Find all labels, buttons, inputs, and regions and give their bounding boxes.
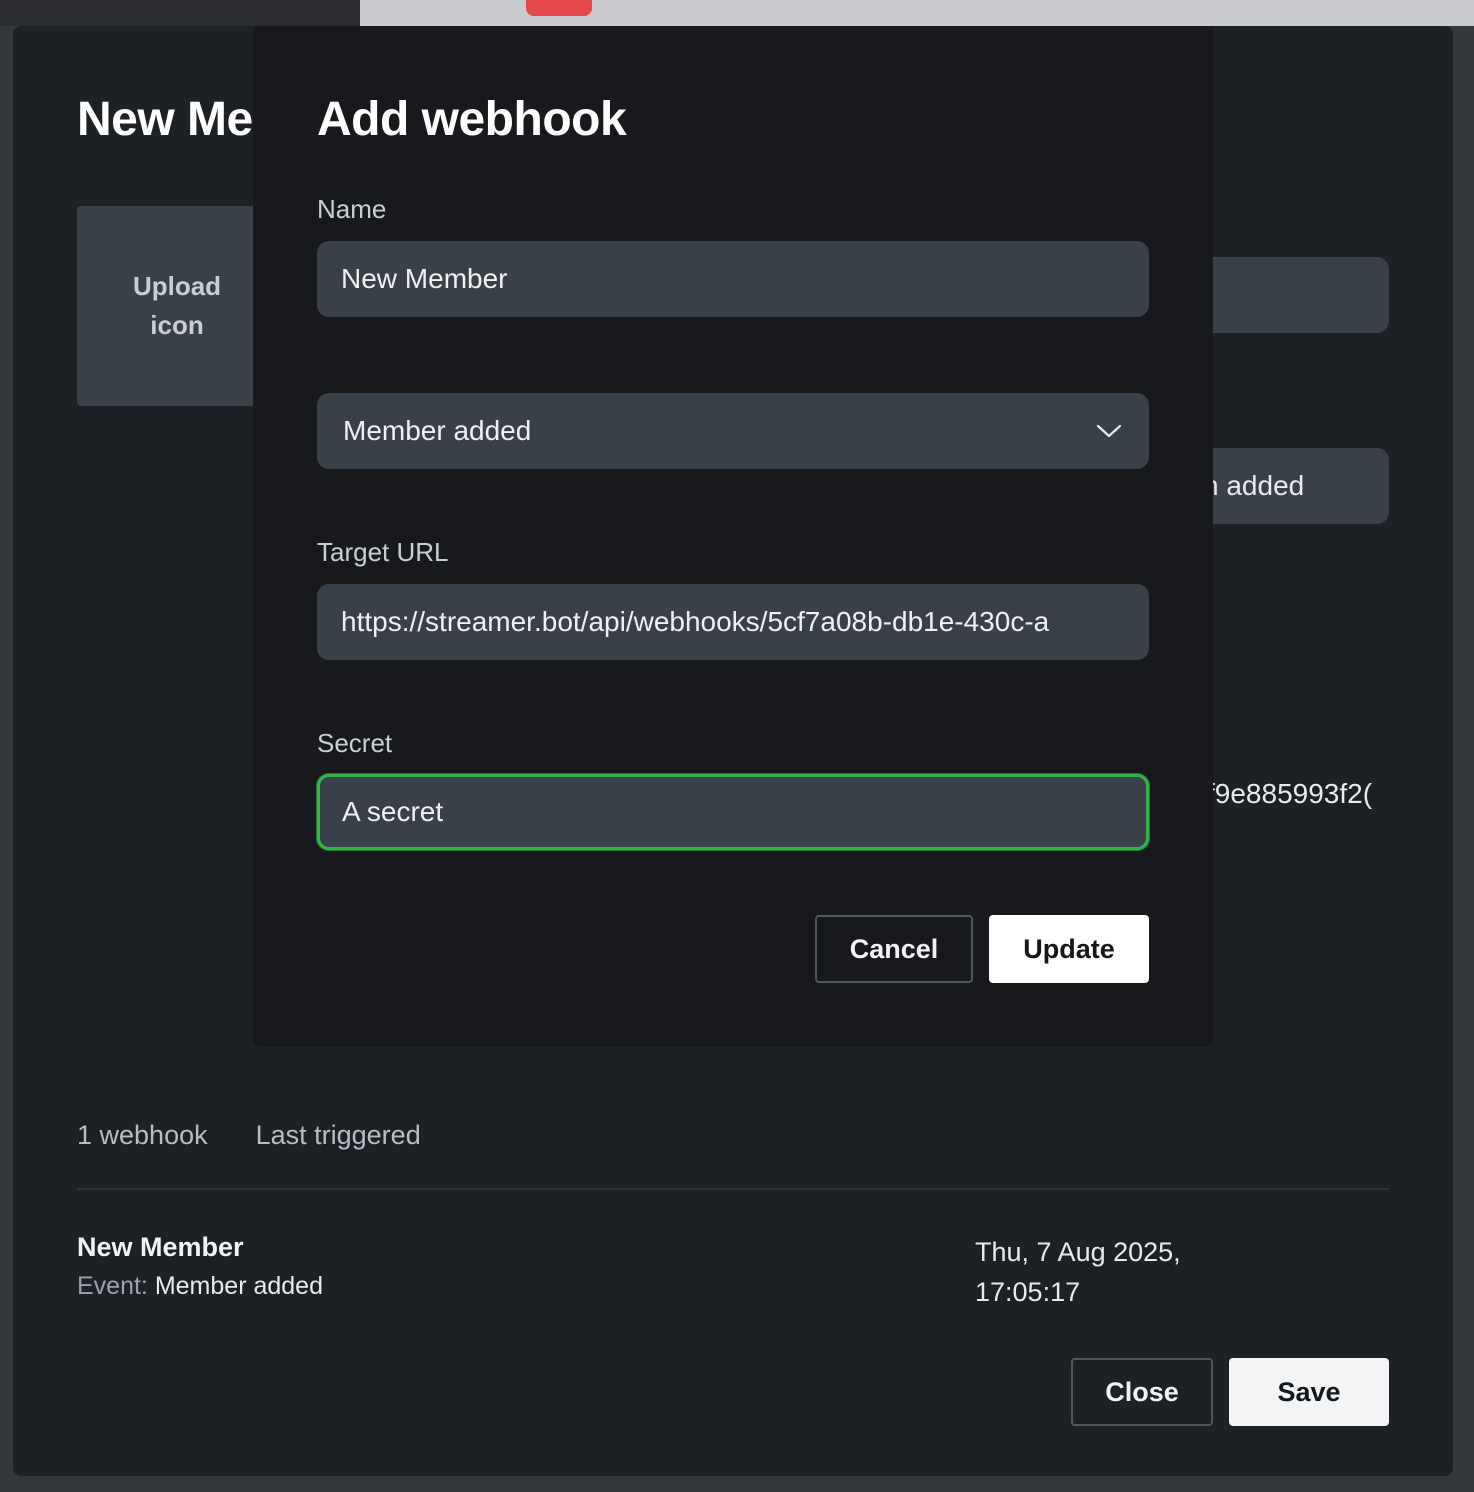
webhook-row-event: Event: Member added [77,1272,323,1301]
target-url-input[interactable] [317,584,1149,660]
cancel-button[interactable]: Cancel [815,915,973,983]
divider [77,1188,1389,1190]
secret-partial-text: f9e885993f2( [1207,778,1373,809]
webhook-last-triggered: Thu, 7 Aug 2025, 17:05:17 [975,1237,1181,1307]
webhook-row-name[interactable]: New Member [77,1232,244,1263]
upload-icon-label: Upload icon [132,271,222,340]
secret-input[interactable] [317,774,1149,850]
event-field-partial-text: n added [1203,470,1305,501]
tab-webhook-count[interactable]: 1 webhook [77,1120,208,1151]
update-button[interactable]: Update [989,915,1149,983]
add-webhook-modal: Add webhook Name Member added Target URL… [253,26,1213,1047]
background-red-tab [526,0,592,16]
chevron-down-icon [1095,417,1123,445]
secret-label: Secret [317,728,393,758]
name-input[interactable] [317,241,1149,317]
modal-title: New Me [77,93,253,146]
background-bar-left [0,0,360,26]
add-webhook-title: Add webhook [317,93,627,146]
name-label: Name [317,194,387,224]
target-url-label: Target URL [317,537,449,567]
close-button[interactable]: Close [1071,1358,1213,1426]
tab-last-triggered[interactable]: Last triggered [256,1120,421,1151]
event-select-value: Member added [343,415,532,446]
event-label: Event: [77,1272,148,1300]
upload-icon-button[interactable]: Upload icon [77,206,277,406]
webhook-tabs: 1 webhook Last triggered [77,1120,421,1151]
event-select[interactable]: Member added [317,393,1149,469]
event-value: Member added [154,1272,323,1300]
save-button[interactable]: Save [1229,1358,1389,1426]
